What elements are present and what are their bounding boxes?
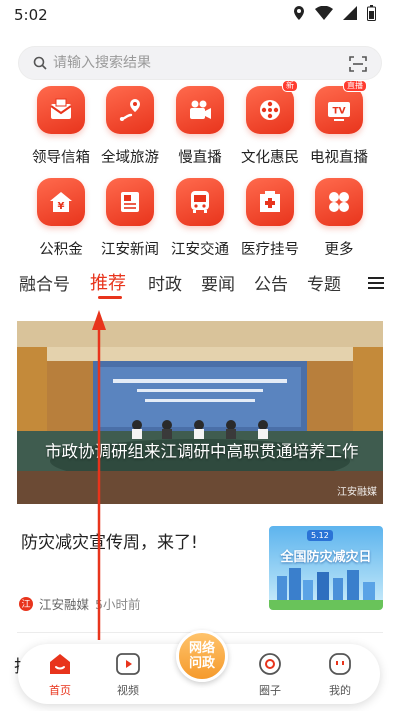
film-reel-icon: 新	[246, 80, 298, 134]
svg-text:TV: TV	[332, 107, 345, 117]
service-housing-fund[interactable]: ¥ 公积金	[23, 178, 99, 259]
hospital-icon	[246, 178, 294, 226]
signal-icon	[343, 6, 357, 20]
hero-banner[interactable]: 市政协调研组来江调研中高职贯通培养工作 江安融媒	[17, 321, 383, 504]
service-label: 电视直播	[310, 150, 368, 166]
nav-circle[interactable]: 圈子	[240, 652, 300, 698]
nav-video[interactable]: 视频	[98, 652, 158, 698]
tv-icon: TV 直播	[315, 80, 367, 134]
service-tourism[interactable]: 全域旅游	[92, 86, 168, 167]
news-source: 江安融媒	[39, 597, 90, 612]
service-label: 公积金	[39, 242, 83, 258]
location-route-icon	[106, 86, 154, 134]
news-card[interactable]: 防灾减灾宣传周，来了! 江 江安融媒 5小时前 5.12 全国防灾减灾日	[17, 520, 383, 620]
bottom-nav: 首页 视频 网络 问政 圈子 我的	[18, 630, 380, 704]
search-icon	[33, 56, 47, 70]
tab-announcements[interactable]: 公告	[254, 270, 288, 295]
hero-photo	[17, 321, 383, 504]
channel-tabs: 融合号 推荐 时政 要闻 公告 专题	[0, 262, 400, 302]
tab-topics[interactable]: 专题	[307, 270, 341, 295]
tab-headlines[interactable]: 要闻	[201, 270, 235, 295]
news-meta: 江 江安融媒 5小时前	[19, 594, 140, 613]
svg-text:¥: ¥	[58, 201, 65, 212]
circle-icon	[259, 653, 281, 675]
nav-home-label: 首页	[49, 684, 71, 697]
battery-icon	[367, 5, 376, 21]
nav-center-line-1: 网络	[188, 641, 215, 656]
service-tv-live[interactable]: TV 直播 电视直播	[301, 80, 377, 167]
hero-caption: 市政协调研组来江调研中高职贯通培养工作	[45, 442, 359, 461]
news-title: 防灾减灾宣传周，来了!	[21, 533, 198, 553]
search-input[interactable]	[53, 47, 333, 79]
source-logo-icon: 江	[19, 596, 33, 611]
house-fund-icon: ¥	[37, 178, 85, 226]
news-icon	[106, 178, 154, 226]
service-grid-row-1: 领导信箱 全域旅游 慢直播 新 文化惠民 TV 直播 电视直播	[0, 80, 400, 176]
service-label: 慢直播	[178, 150, 222, 166]
service-medical-register[interactable]: 医疗挂号	[232, 178, 308, 259]
tab-ronghehao[interactable]: 融合号	[19, 270, 70, 295]
more-grid-icon	[315, 178, 363, 226]
nav-mine[interactable]: 我的	[310, 652, 370, 698]
status-time: 5:02	[14, 6, 48, 24]
active-tab-indicator	[98, 296, 122, 299]
service-slow-live[interactable]: 慢直播	[162, 86, 238, 167]
nav-center-line-2: 问政	[188, 656, 215, 671]
video-play-icon	[116, 653, 140, 675]
service-label: 全域旅游	[101, 150, 159, 166]
service-label: 江安交通	[171, 242, 229, 258]
location-icon	[294, 6, 304, 20]
service-label: 医疗挂号	[241, 242, 299, 258]
nav-home[interactable]: 首页	[30, 652, 90, 698]
status-bar: 5:02	[0, 0, 400, 30]
service-leader-mailbox[interactable]: 领导信箱	[23, 86, 99, 167]
tab-politics[interactable]: 时政	[148, 270, 182, 295]
live-badge: 直播	[343, 80, 367, 92]
new-badge: 新	[282, 80, 298, 92]
menu-icon[interactable]	[368, 276, 384, 290]
video-camera-icon	[176, 86, 224, 134]
service-more[interactable]: 更多	[301, 178, 377, 259]
service-label: 领导信箱	[32, 150, 90, 166]
mailbox-icon	[37, 86, 85, 134]
thumbnail-tag: 5.12	[307, 530, 333, 541]
search-bar[interactable]	[18, 46, 382, 80]
service-label: 更多	[324, 242, 354, 258]
hero-watermark: 江安融媒	[337, 487, 377, 498]
service-grid-row-2: ¥ 公积金 江安新闻 江安交通 医疗挂号 更多	[0, 178, 400, 268]
news-time: 5小时前	[95, 597, 141, 612]
service-label: 文化惠民	[241, 150, 299, 166]
nav-circle-label: 圈子	[259, 684, 281, 697]
wifi-icon	[315, 6, 333, 20]
service-culture[interactable]: 新 文化惠民	[232, 80, 308, 167]
scan-icon[interactable]	[349, 55, 367, 73]
service-label: 江安新闻	[101, 242, 159, 258]
nav-video-label: 视频	[117, 684, 139, 697]
nav-online-inquiry-button[interactable]: 网络 问政	[176, 630, 228, 682]
nav-mine-label: 我的	[329, 684, 351, 697]
bus-icon	[176, 178, 224, 226]
thumbnail-title: 全国防灾减灾日	[280, 550, 372, 565]
home-icon	[50, 654, 70, 674]
tab-recommend[interactable]: 推荐	[90, 269, 126, 295]
news-thumbnail: 5.12 全国防灾减灾日	[269, 526, 383, 610]
service-jiangan-news[interactable]: 江安新闻	[92, 178, 168, 259]
status-icons	[293, 5, 376, 21]
profile-icon	[329, 653, 351, 675]
service-jiangan-traffic[interactable]: 江安交通	[162, 178, 238, 259]
